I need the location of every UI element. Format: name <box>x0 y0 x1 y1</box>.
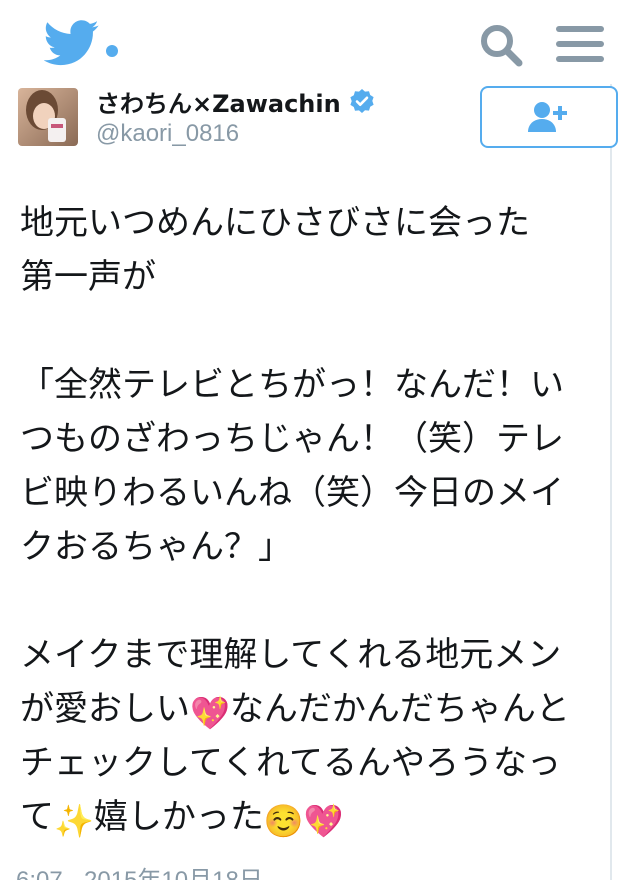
smiling-face-emoji: ☺️ <box>263 802 304 840</box>
tweet-text-line: 地元いつめんにひさびさに会った <box>20 203 530 243</box>
sparkling-heart-emoji: 💖 <box>190 694 230 732</box>
tweet-text-line: クおるちゃん？」 <box>20 527 292 567</box>
top-navigation-bar <box>0 0 640 84</box>
tweet-text-line: チェックしてくれてるんやろうなっ <box>20 743 561 783</box>
tweet-text: 地元いつめんにひさびさに会った 第一声が 「全然テレビとちがっ！なんだ！い つも… <box>20 196 610 844</box>
tweet-text-line: 第一声が <box>20 257 156 297</box>
user-handle[interactable]: @kaori_0816 <box>96 120 239 148</box>
author-name-row: さわちん×Zawachin <box>96 84 375 118</box>
hamburger-menu-icon[interactable] <box>556 26 604 66</box>
tweet-card: さわちん×Zawachin @kaori_0816 地元いつめんにひさびさに会っ… <box>0 84 618 880</box>
add-user-icon <box>528 102 567 132</box>
verified-badge-icon <box>350 89 374 113</box>
tweet-text-line: メイクまで理解してくれる地元メン <box>20 635 562 675</box>
avatar[interactable] <box>18 88 78 146</box>
tweet-text-line: て✨嬉しかった☺️💖 <box>20 797 344 840</box>
follow-button[interactable] <box>480 86 618 148</box>
display-name[interactable]: さわちん×Zawachin <box>96 84 341 119</box>
tweet-timestamp[interactable]: 6:07 - 2015年10月18日 <box>16 860 263 880</box>
search-icon[interactable] <box>478 22 524 68</box>
notification-dot <box>106 45 118 57</box>
tweet-text-line: ビ映りわるいんね（笑）今日のメイ <box>20 473 564 513</box>
tweet-text-line: 「全然テレビとちがっ！なんだ！い <box>20 365 564 405</box>
twitter-bird-icon[interactable] <box>44 20 100 66</box>
tweet-text-line: つものざわっちじゃん！（笑）テレ <box>20 419 564 459</box>
sparkles-emoji: ✨ <box>54 802 94 840</box>
tweet-text-line: が愛おしい💖なんだかんだちゃんと <box>20 689 570 732</box>
sparkling-heart-emoji: 💖 <box>303 802 344 840</box>
